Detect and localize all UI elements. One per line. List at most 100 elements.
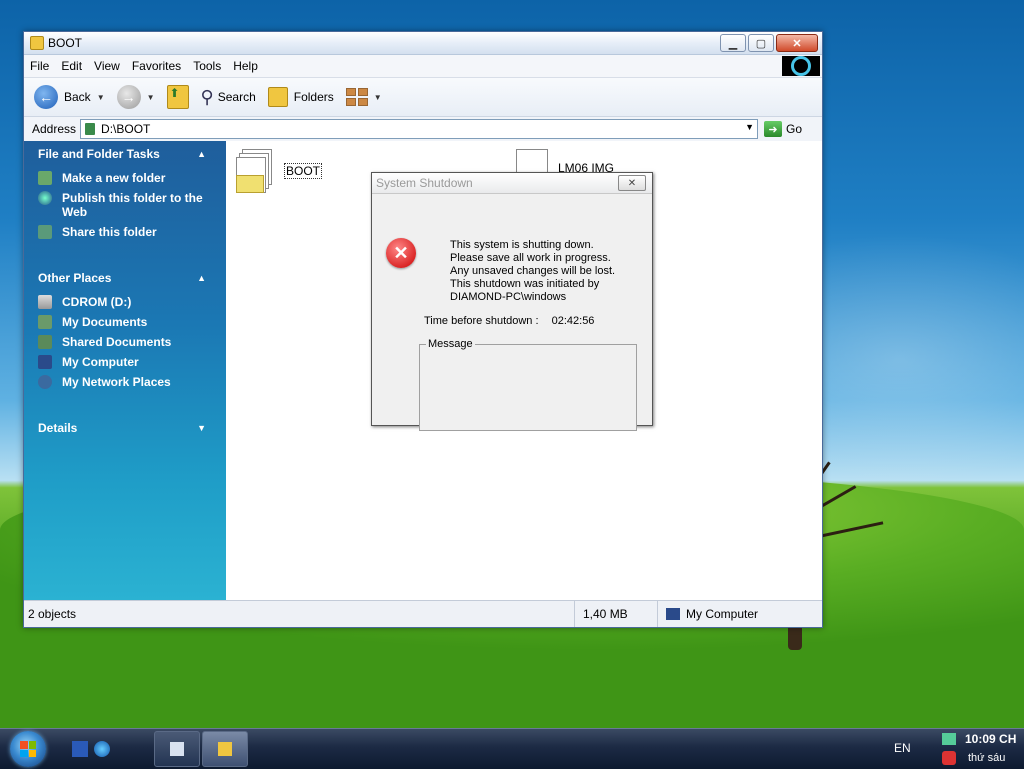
- folders-icon: [267, 87, 288, 107]
- search-button[interactable]: ⚲ Search: [201, 87, 256, 108]
- back-arrow-icon: ←: [34, 85, 58, 109]
- address-label: Address: [32, 122, 77, 136]
- cdrom-icon: [38, 295, 52, 309]
- up-folder-icon: [166, 85, 189, 109]
- status-bar: 2 objects 1,40 MB My Computer: [24, 600, 822, 627]
- close-button[interactable]: ✕: [776, 34, 818, 52]
- show-desktop-icon[interactable]: [72, 741, 88, 757]
- folders-label: Folders: [293, 90, 334, 104]
- taskbar-item-boot-folder[interactable]: [202, 731, 248, 767]
- chevron-up-icon[interactable]: ▲: [197, 149, 206, 159]
- app-window-icon: [170, 742, 184, 756]
- file-tasks-header[interactable]: File and Folder Tasks ▲: [24, 141, 226, 167]
- network-icon: [38, 375, 52, 389]
- go-label: Go: [786, 122, 803, 136]
- menu-favorites[interactable]: Favorites: [132, 59, 181, 73]
- maximize-button[interactable]: ▢: [748, 34, 774, 52]
- message-groupbox: Message: [419, 338, 637, 431]
- other-places-list: CDROM (D:) My Documents Shared Documents…: [24, 295, 226, 401]
- status-size: 1,40 MB: [575, 601, 658, 627]
- place-my-documents[interactable]: My Documents: [38, 315, 216, 329]
- place-cdrom[interactable]: CDROM (D:): [38, 295, 216, 309]
- chevron-down-icon[interactable]: ▼: [97, 93, 105, 102]
- message-label: Message: [426, 338, 475, 350]
- task-share-folder[interactable]: Share this folder: [38, 225, 216, 239]
- task-publish-folder[interactable]: Publish this folder to the Web: [38, 191, 216, 219]
- chevron-up-icon[interactable]: ▲: [197, 273, 206, 283]
- dialog-body: ✕ This system is shutting down. Please s…: [372, 194, 652, 431]
- status-objects: 2 objects: [24, 601, 575, 627]
- address-input[interactable]: D:\BOOT ▼: [80, 119, 759, 139]
- menu-help[interactable]: Help: [233, 59, 258, 73]
- menu-bar: File Edit View Favorites Tools Help: [24, 55, 822, 78]
- clock-day: thứ sáu: [968, 752, 1006, 764]
- shutdown-countdown: 02:42:56: [551, 315, 595, 327]
- menu-edit[interactable]: Edit: [61, 59, 82, 73]
- drive-icon: [85, 123, 96, 135]
- place-my-network[interactable]: My Network Places: [38, 375, 216, 389]
- clock-time[interactable]: 10:09 CH: [965, 732, 1016, 746]
- address-value: D:\BOOT: [101, 122, 151, 136]
- computer-icon: [666, 608, 680, 620]
- back-button[interactable]: ← Back ▼: [34, 85, 105, 109]
- folder-icon: [218, 742, 232, 756]
- taskbar: EN 10:09 CH thứ sáu: [0, 728, 1024, 769]
- place-shared-documents[interactable]: Shared Documents: [38, 335, 216, 349]
- task-pane: File and Folder Tasks ▲ Make a new folde…: [24, 141, 226, 600]
- dialog-close-button[interactable]: ✕: [618, 175, 646, 191]
- error-icon: ✕: [386, 238, 416, 268]
- toolbar: ← Back ▼ → ▼ ⚲ Search Folders ▼: [24, 78, 822, 117]
- computer-icon: [38, 355, 52, 369]
- start-button[interactable]: [10, 731, 46, 767]
- window-controls: ▁ ▢ ✕: [720, 34, 818, 52]
- internet-explorer-icon[interactable]: [94, 741, 110, 757]
- status-location: My Computer: [658, 607, 758, 621]
- ini-file-icon: [236, 149, 274, 193]
- search-icon: ⚲: [200, 86, 214, 107]
- folder-icon: [30, 36, 44, 50]
- shutdown-dialog: System Shutdown ✕ ✕ This system is shutt…: [371, 172, 653, 431]
- go-arrow-icon: ➜: [764, 121, 783, 137]
- chevron-down-icon[interactable]: ▼: [374, 93, 382, 102]
- dialog-titlebar[interactable]: System Shutdown ✕: [372, 173, 652, 194]
- search-label: Search: [217, 90, 256, 104]
- window-titlebar[interactable]: BOOT ▁ ▢ ✕: [24, 32, 822, 55]
- web-publish-icon: [38, 191, 52, 205]
- views-button[interactable]: ▼: [345, 88, 382, 106]
- shutdown-timer: Time before shutdown : 02:42:56: [424, 315, 595, 327]
- shutdown-message: This system is shutting down. Please sav…: [450, 239, 616, 303]
- views-icon: [345, 88, 368, 106]
- language-indicator[interactable]: EN: [894, 741, 911, 755]
- chevron-down-icon[interactable]: ▼: [197, 423, 206, 433]
- forward-arrow-icon: →: [116, 85, 141, 109]
- window-title: BOOT: [48, 36, 83, 50]
- network-tray-icon[interactable]: [942, 733, 956, 745]
- taskbar-item-app[interactable]: [154, 731, 200, 767]
- file-item-boot[interactable]: BOOT: [236, 149, 323, 193]
- details-header[interactable]: Details ▼: [24, 415, 226, 441]
- up-folder-button[interactable]: [166, 85, 189, 109]
- new-folder-icon: [38, 171, 52, 185]
- menu-tools[interactable]: Tools: [193, 59, 221, 73]
- menu-view[interactable]: View: [94, 59, 120, 73]
- go-button[interactable]: ➜ Go: [764, 121, 802, 137]
- back-label: Back: [64, 90, 91, 104]
- documents-icon: [38, 315, 52, 329]
- chevron-down-icon[interactable]: ▼: [147, 93, 155, 102]
- shared-documents-icon: [38, 335, 52, 349]
- chevron-down-icon[interactable]: ▼: [745, 122, 754, 132]
- minimize-button[interactable]: ▁: [720, 34, 746, 52]
- file-tasks-list: Make a new folder Publish this folder to…: [24, 171, 226, 251]
- address-bar: Address D:\BOOT ▼ ➜ Go: [24, 117, 822, 142]
- other-places-header[interactable]: Other Places ▲: [24, 265, 226, 291]
- forward-button[interactable]: → ▼: [116, 85, 155, 109]
- security-tray-icon[interactable]: [942, 751, 956, 765]
- share-folder-icon: [38, 225, 52, 239]
- windows-logo-icon: [782, 56, 820, 76]
- windows-flag-icon: [20, 741, 36, 757]
- folders-button[interactable]: Folders: [267, 87, 334, 107]
- menu-file[interactable]: File: [30, 59, 49, 73]
- task-make-new-folder[interactable]: Make a new folder: [38, 171, 216, 185]
- dialog-title: System Shutdown: [376, 176, 473, 190]
- place-my-computer[interactable]: My Computer: [38, 355, 216, 369]
